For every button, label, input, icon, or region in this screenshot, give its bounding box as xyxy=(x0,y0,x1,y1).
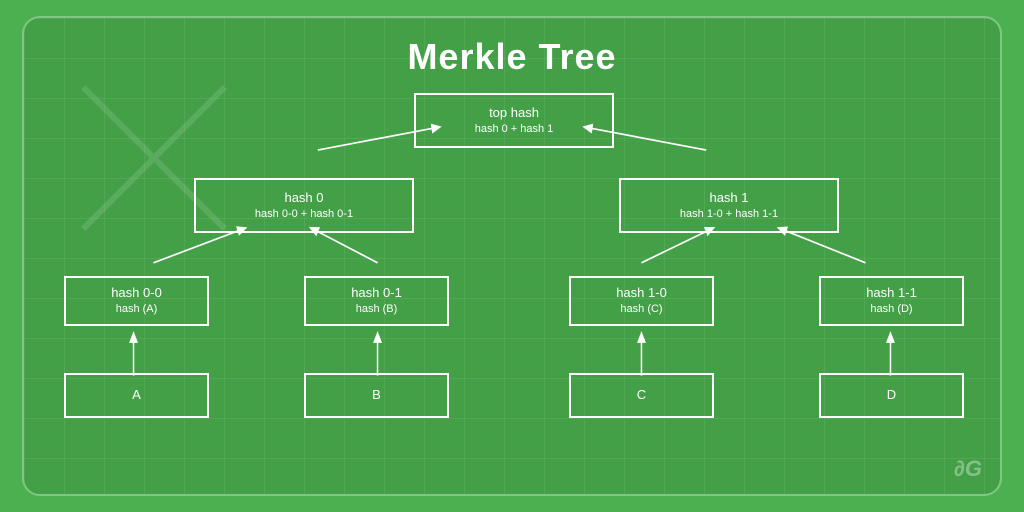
node-a: A xyxy=(64,373,209,418)
node-hash00-line1: hash 0-0 xyxy=(111,284,162,302)
node-hash1-line1: hash 1 xyxy=(709,189,748,207)
node-hash01-line1: hash 0-1 xyxy=(351,284,402,302)
node-c: C xyxy=(569,373,714,418)
node-hash10-line1: hash 1-0 xyxy=(616,284,667,302)
node-hash1-line2: hash 1-0 + hash 1-1 xyxy=(680,207,778,222)
node-hash0-line1: hash 0 xyxy=(284,189,323,207)
node-hash10-line2: hash (C) xyxy=(620,302,662,317)
node-d-label: D xyxy=(887,386,896,404)
node-root: top hash hash 0 + hash 1 xyxy=(414,93,614,148)
node-hash11-line2: hash (D) xyxy=(870,302,912,317)
node-hash1: hash 1 hash 1-0 + hash 1-1 xyxy=(619,178,839,233)
tree-diagram: top hash hash 0 + hash 1 hash 0 hash 0-0… xyxy=(24,88,1000,494)
node-b: B xyxy=(304,373,449,418)
node-hash01: hash 0-1 hash (B) xyxy=(304,276,449,326)
node-d: D xyxy=(819,373,964,418)
node-hash00-line2: hash (A) xyxy=(116,302,158,317)
node-hash00: hash 0-0 hash (A) xyxy=(64,276,209,326)
page-title: Merkle Tree xyxy=(407,36,616,78)
node-hash11-line1: hash 1-1 xyxy=(866,284,917,302)
node-hash0: hash 0 hash 0-0 + hash 0-1 xyxy=(194,178,414,233)
node-hash10: hash 1-0 hash (C) xyxy=(569,276,714,326)
node-b-label: B xyxy=(372,386,381,404)
node-hash0-line2: hash 0-0 + hash 0-1 xyxy=(255,207,353,222)
node-root-line1: top hash xyxy=(489,104,539,122)
node-root-line2: hash 0 + hash 1 xyxy=(475,122,554,137)
main-container: Merkle Tree xyxy=(22,16,1002,496)
node-hash01-line2: hash (B) xyxy=(356,302,398,317)
node-hash11: hash 1-1 hash (D) xyxy=(819,276,964,326)
node-a-label: A xyxy=(132,386,141,404)
node-c-label: C xyxy=(637,386,646,404)
